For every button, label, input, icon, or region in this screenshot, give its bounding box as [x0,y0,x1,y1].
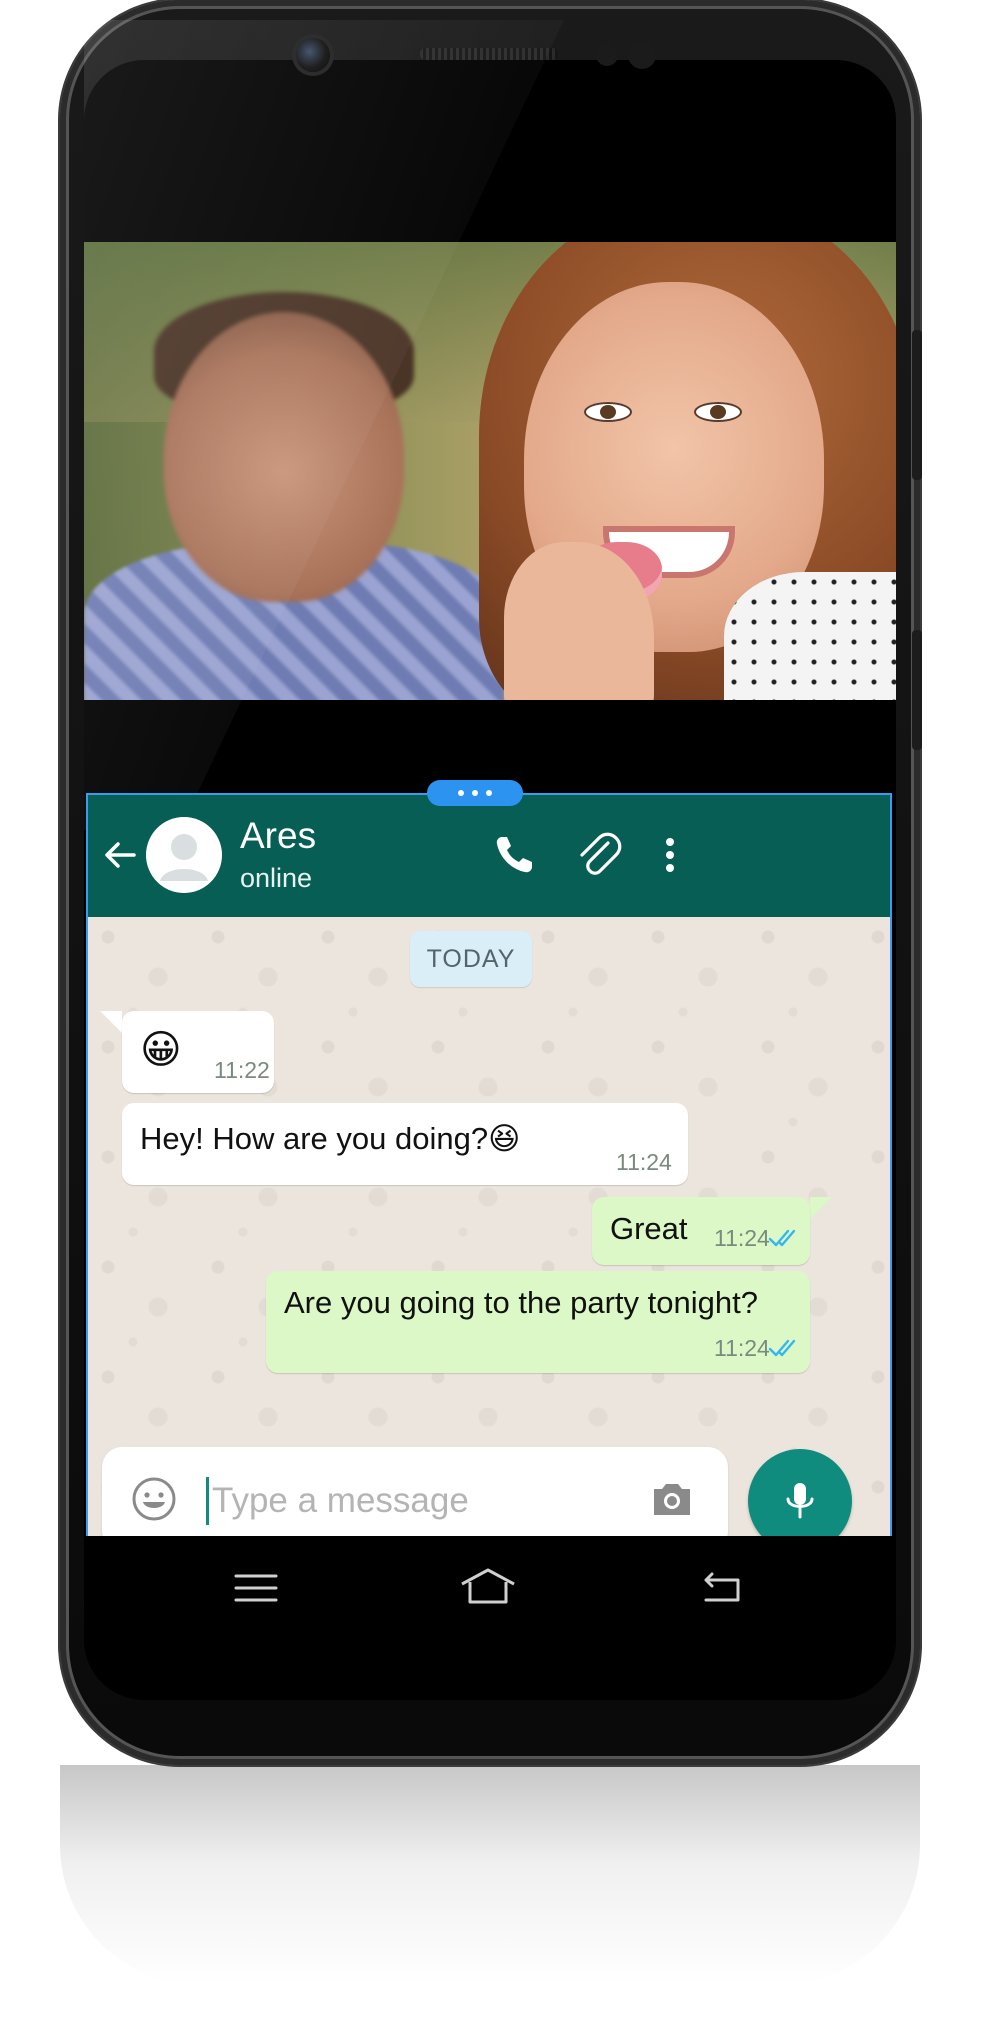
handle-dot [458,790,464,796]
message-text: Are you going to the party tonight? [284,1285,758,1320]
message-time: 11:22 [214,1057,270,1083]
split-screen-handle[interactable] [427,780,523,806]
video-woman-eye [584,402,632,422]
video-woman-eye [694,402,742,422]
message-text: Great [610,1211,688,1246]
video-person-face [164,312,404,602]
system-navigation-bar [84,1536,896,1646]
back-icon[interactable] [698,1570,742,1606]
bubble-tail [100,1011,122,1033]
light-sensor [628,41,656,69]
message-text: Hey! How are you doing?😆 [140,1121,521,1156]
date-separator: TODAY [410,931,532,987]
phone-icon[interactable] [488,829,540,881]
proximity-sensor [596,44,618,66]
microphone-icon [786,1483,814,1519]
read-receipt-icon [768,1339,796,1357]
more-vertical-icon[interactable] [644,829,696,881]
message-incoming[interactable]: Hey! How are you doing?😆 11:24 [122,1103,688,1185]
home-icon[interactable] [458,1566,518,1606]
message-incoming[interactable]: 😀 11:22 [122,1011,274,1093]
handle-dot [486,790,492,796]
contact-name[interactable]: Ares [240,815,316,857]
handle-dot [472,790,478,796]
text-caret [206,1477,209,1525]
camera-icon[interactable] [648,1475,696,1523]
message-list[interactable]: TODAY 😀 11:22 Hey! How are you doing?😆 1… [88,917,890,1536]
power-button [912,630,922,750]
arrow-left-icon[interactable] [98,833,142,877]
read-receipt-icon [768,1229,796,1247]
default-avatar-icon [146,817,222,893]
message-time: 11:24 [714,1225,770,1251]
message-outgoing[interactable]: Are you going to the party tonight? 11:2… [266,1271,810,1373]
volume-button [912,330,922,480]
video-woman-blouse [724,572,896,700]
front-camera [296,38,330,72]
avatar[interactable] [146,817,222,893]
menu-icon[interactable] [234,1570,278,1606]
earpiece-speaker [420,48,558,60]
phone-reflection [60,1765,920,1985]
message-input-bar: Type a message [102,1447,728,1536]
message-time: 11:24 [714,1335,770,1361]
message-text: 😀 [140,1028,182,1072]
chat-header: Ares online [88,795,890,917]
emoji-icon[interactable] [130,1475,178,1523]
paperclip-icon[interactable] [572,829,624,881]
contact-status: online [240,863,313,893]
video-pane [84,242,896,700]
device-mockup: Ares online TODAY 😀 11:22 Hey! How are y… [0,0,989,2035]
message-outgoing[interactable]: Great 11:24 [592,1197,810,1265]
chat-app-window: Ares online TODAY 😀 11:22 Hey! How are y… [86,793,892,1536]
message-input[interactable]: Type a message [212,1481,469,1521]
bubble-tail [810,1197,832,1219]
message-time: 11:24 [616,1149,672,1175]
voice-message-button[interactable] [748,1449,852,1536]
